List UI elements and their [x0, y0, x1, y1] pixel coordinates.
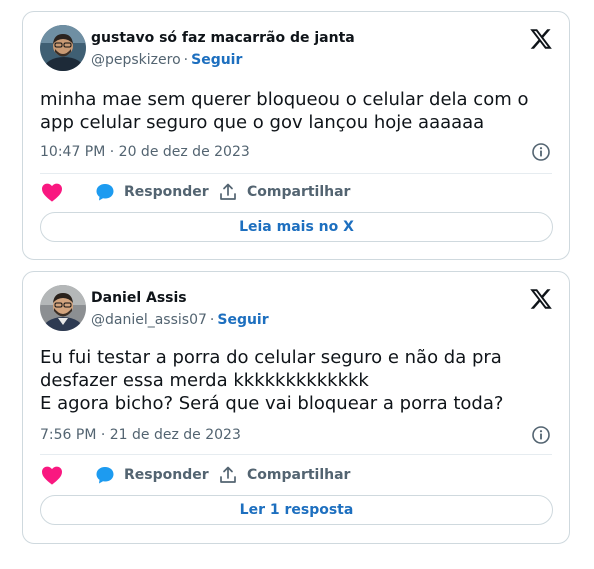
share-icon [218, 465, 238, 485]
info-icon[interactable] [531, 425, 551, 445]
author-handle[interactable]: @daniel_assis07 [91, 312, 207, 328]
reply-button[interactable]: Responder [95, 463, 209, 487]
author-handle-line: @daniel_assis07 · Seguir [91, 312, 269, 328]
read-more-button[interactable]: Leia mais no X [40, 212, 553, 242]
author-handle-line: @pepskizero · Seguir [91, 52, 242, 68]
avatar[interactable] [40, 285, 86, 331]
tweet-text: Eu fui testar a porra do celular seguro … [40, 347, 504, 414]
heart-icon [41, 465, 63, 485]
share-icon [218, 182, 238, 202]
like-button[interactable] [41, 180, 63, 204]
x-logo-icon[interactable] [529, 287, 553, 311]
action-bar: Responder Compartilhar [40, 463, 552, 487]
reply-button[interactable]: Responder [95, 180, 209, 204]
action-bar: Responder Compartilhar [40, 180, 552, 204]
like-button[interactable] [41, 463, 63, 487]
share-button[interactable]: Compartilhar [218, 180, 350, 204]
reply-bubble-icon [95, 465, 115, 485]
tweet-timestamp[interactable]: 10:47 PM · 20 de dez de 2023 [40, 144, 250, 160]
heart-icon [41, 182, 63, 202]
tweet-text: minha mae sem querer bloqueou o celular … [40, 89, 529, 133]
divider [40, 173, 552, 174]
share-label: Compartilhar [247, 184, 351, 200]
tweet-timestamp[interactable]: 7:56 PM · 21 de dez de 2023 [40, 427, 241, 443]
tweet-card[interactable]: Daniel Assis @daniel_assis07 · Seguir Eu f… [22, 271, 570, 544]
separator-dot: · [183, 52, 189, 68]
read-replies-button[interactable]: Ler 1 resposta [40, 495, 553, 525]
info-icon[interactable] [531, 142, 551, 162]
author-handle[interactable]: @pepskizero [91, 52, 181, 68]
author-name[interactable]: Daniel Assis [91, 290, 187, 306]
reply-label: Responder [124, 184, 209, 200]
follow-link[interactable]: Seguir [191, 52, 242, 68]
avatar[interactable] [40, 25, 86, 71]
share-button[interactable]: Compartilhar [218, 463, 350, 487]
divider [40, 454, 552, 455]
reply-label: Responder [124, 467, 209, 483]
tweet-card[interactable]: gustavo só faz macarrão de janta @pepski… [22, 11, 570, 260]
author-name[interactable]: gustavo só faz macarrão de janta [91, 30, 355, 46]
share-label: Compartilhar [247, 467, 351, 483]
follow-link[interactable]: Seguir [217, 312, 268, 328]
x-logo-icon[interactable] [529, 27, 553, 51]
reply-bubble-icon [95, 182, 115, 202]
separator-dot: · [209, 312, 215, 328]
